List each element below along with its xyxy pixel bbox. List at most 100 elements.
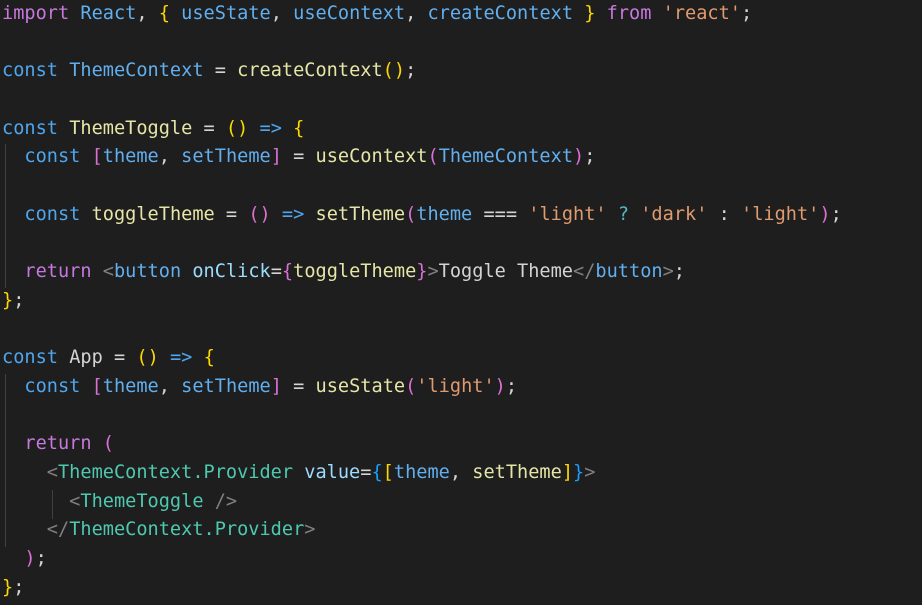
code-line-13[interactable]: const App = () => { bbox=[0, 344, 922, 373]
token: { bbox=[293, 117, 305, 139]
token: ThemeToggle bbox=[80, 490, 204, 512]
code-line-19[interactable]: </ThemeContext.Provider> bbox=[0, 516, 922, 545]
token: ) bbox=[393, 60, 406, 82]
code-line-11[interactable]: }; bbox=[0, 287, 922, 316]
code-line-8[interactable]: const toggleTheme = () => setTheme(theme… bbox=[0, 201, 922, 230]
code-line-9[interactable] bbox=[0, 230, 922, 259]
code-line-10[interactable]: return <button onClick={toggleTheme}>Tog… bbox=[0, 258, 922, 287]
token: onClick bbox=[192, 261, 271, 283]
token: ( bbox=[405, 375, 417, 397]
token: = bbox=[203, 60, 238, 82]
code-line-3[interactable]: const ThemeContext = createContext(); bbox=[0, 57, 922, 86]
token: ) bbox=[494, 375, 506, 397]
token: const bbox=[24, 375, 81, 397]
token: = bbox=[281, 146, 316, 168]
token: return bbox=[24, 261, 92, 283]
token: / bbox=[57, 519, 70, 541]
token: ThemeContext bbox=[438, 146, 574, 168]
token: ( bbox=[136, 347, 148, 369]
token: / bbox=[584, 261, 596, 283]
token: < bbox=[69, 490, 81, 512]
token: ( bbox=[427, 146, 439, 168]
token: = bbox=[102, 347, 137, 369]
token: , bbox=[158, 146, 170, 168]
token: > bbox=[662, 261, 674, 283]
token: useState bbox=[181, 3, 271, 24]
token: = bbox=[281, 375, 316, 397]
token: ; bbox=[405, 60, 417, 82]
token: theme bbox=[393, 462, 450, 483]
code-text-surface[interactable]: import React, { useState, useContext, cr… bbox=[0, 0, 922, 602]
token: ) bbox=[259, 203, 271, 225]
code-line-15[interactable] bbox=[0, 402, 922, 431]
token: } bbox=[2, 576, 14, 598]
token: ; bbox=[505, 375, 518, 397]
token: => bbox=[281, 203, 305, 225]
token: : bbox=[707, 203, 741, 225]
code-line-2[interactable] bbox=[0, 29, 922, 58]
token: ThemeContext bbox=[69, 60, 204, 82]
token: ( bbox=[248, 203, 260, 225]
token: [ bbox=[91, 375, 103, 397]
code-line-16[interactable]: return ( bbox=[0, 430, 922, 459]
token: === bbox=[472, 203, 529, 225]
token: { bbox=[371, 462, 383, 483]
token: button bbox=[595, 261, 663, 283]
token: ] bbox=[270, 146, 282, 168]
token: toggleTheme bbox=[91, 203, 215, 225]
code-line-7[interactable] bbox=[0, 172, 922, 201]
token: < bbox=[102, 261, 114, 283]
token: createContext bbox=[427, 3, 574, 24]
code-line-21[interactable]: }; bbox=[0, 574, 922, 603]
token: } bbox=[584, 3, 596, 24]
token: = bbox=[192, 117, 226, 139]
token: , bbox=[136, 3, 148, 24]
token: ; bbox=[673, 261, 685, 283]
code-line-6[interactable]: const [theme, setTheme] = useContext(The… bbox=[0, 143, 922, 172]
code-line-14[interactable]: const [theme, setTheme] = useState('ligh… bbox=[0, 373, 922, 402]
code-line-20[interactable]: ); bbox=[0, 545, 922, 574]
token: theme bbox=[102, 375, 159, 397]
code-line-17[interactable]: <ThemeContext.Provider value={[theme, se… bbox=[0, 459, 922, 488]
code-line-12[interactable] bbox=[0, 316, 922, 345]
token: 'light' bbox=[416, 375, 495, 397]
token: ThemeContext.Provider bbox=[57, 462, 294, 483]
token: [ bbox=[382, 462, 394, 483]
token: , bbox=[405, 3, 417, 24]
code-line-4[interactable] bbox=[0, 86, 922, 115]
token: 'react' bbox=[662, 3, 741, 24]
token: ThemeToggle bbox=[69, 117, 193, 139]
code-line-1[interactable]: import React, { useState, useContext, cr… bbox=[0, 0, 922, 29]
token: import bbox=[2, 3, 70, 24]
token: value bbox=[304, 462, 361, 483]
code-line-18[interactable]: <ThemeToggle /> bbox=[0, 488, 922, 517]
token: < bbox=[46, 462, 58, 483]
token: const bbox=[2, 60, 58, 82]
token: ) bbox=[24, 548, 36, 570]
code-line-5[interactable]: const ThemeToggle = () => { bbox=[0, 115, 922, 144]
code-editor-viewport[interactable]: import React, { useState, useContext, cr… bbox=[0, 0, 922, 605]
token: button bbox=[113, 261, 182, 283]
token: const bbox=[2, 117, 58, 139]
token: ; bbox=[35, 548, 47, 570]
